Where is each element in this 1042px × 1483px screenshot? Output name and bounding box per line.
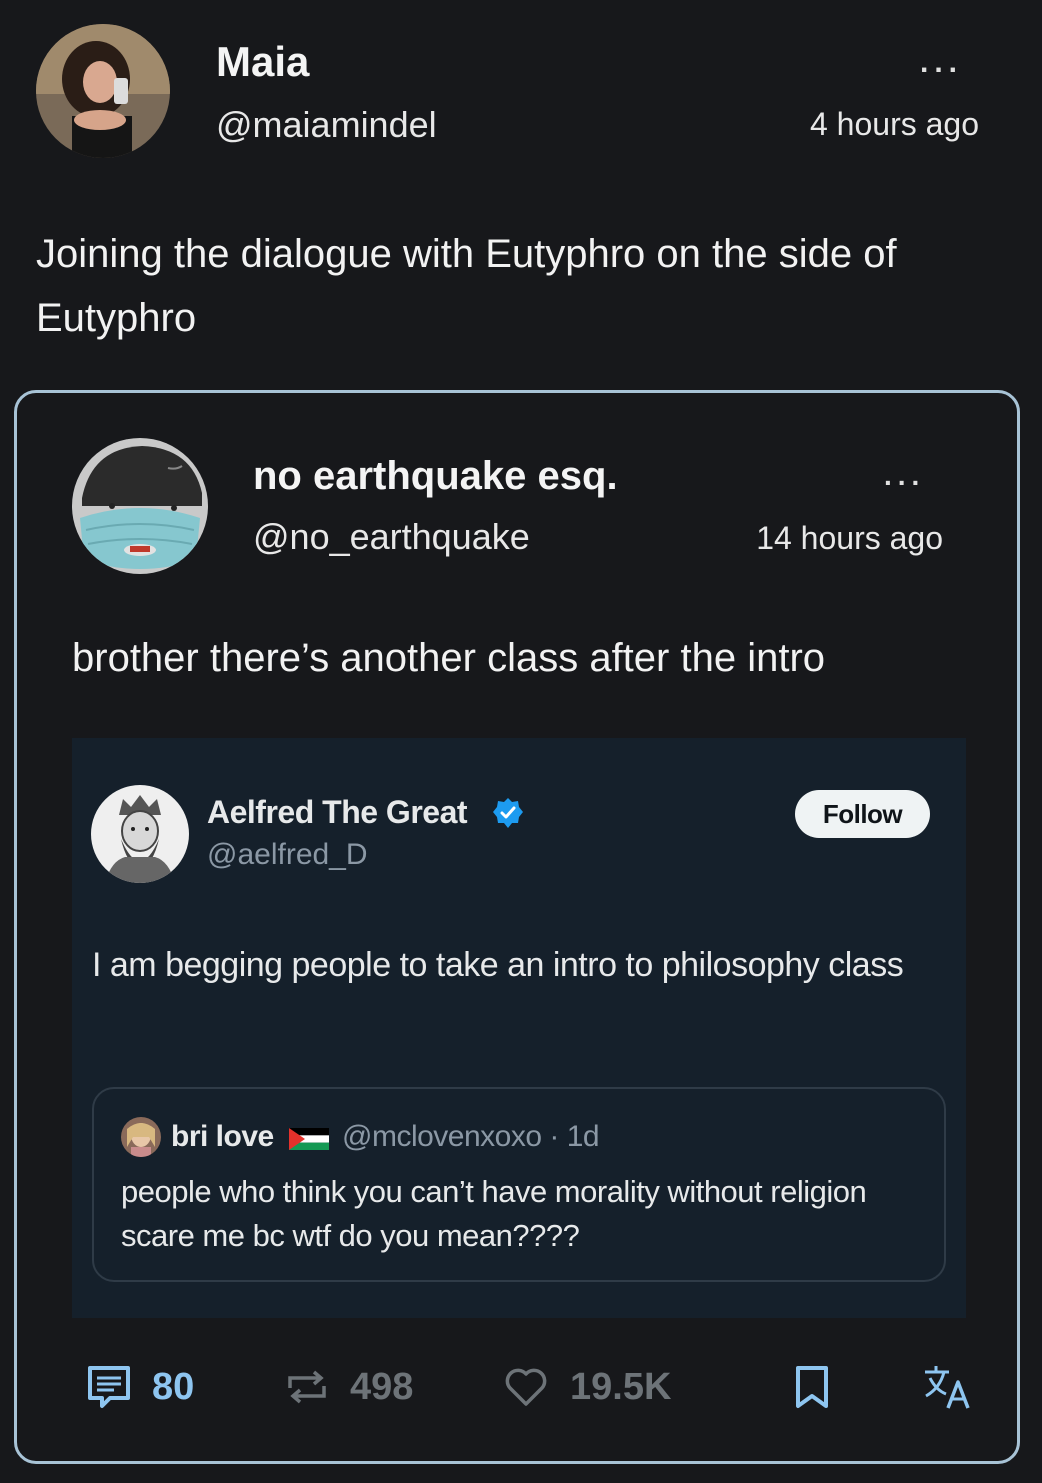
nested-quote-text: people who think you can’t have morality… <box>121 1174 867 1253</box>
avatar-maia[interactable] <box>36 24 170 158</box>
post-timestamp: 4 hours ago <box>809 106 979 142</box>
quoted-author-handle[interactable]: @no_earthquake <box>253 516 530 558</box>
translate-action[interactable] <box>922 1360 974 1414</box>
quoted-author-name[interactable]: no earthquake esq. <box>253 454 618 499</box>
more-icon[interactable]: ... <box>920 46 963 80</box>
quoted-more-icon[interactable]: ... <box>884 460 925 492</box>
quoted-post-text: brother there’s another class after the … <box>72 636 826 680</box>
avatar-bri[interactable] <box>121 1117 161 1157</box>
embedded-author-handle[interactable]: @aelfred_D <box>207 838 368 872</box>
nested-author-name[interactable]: bri love <box>171 1120 274 1154</box>
bookmark-action[interactable] <box>792 1360 832 1414</box>
comment-icon <box>86 1364 132 1410</box>
comment-action[interactable]: 80 <box>86 1360 194 1414</box>
embedded-tweet-text: I am begging people to take an intro to … <box>92 946 904 984</box>
avatar-aelfred[interactable] <box>91 785 189 883</box>
heart-icon <box>502 1364 550 1410</box>
comment-count: 80 <box>152 1365 195 1408</box>
translate-icon <box>922 1362 974 1412</box>
repost-count: 498 <box>350 1365 414 1408</box>
author-handle[interactable]: @maiamindel <box>216 104 437 146</box>
verified-badge-icon <box>492 797 524 834</box>
embedded-author-name[interactable]: Aelfred The Great <box>207 794 468 831</box>
follow-button[interactable]: Follow <box>795 790 930 838</box>
avatar-no-earthquake[interactable] <box>72 438 208 574</box>
flag-icon <box>289 1128 329 1155</box>
quoted-timestamp: 14 hours ago <box>756 520 943 556</box>
like-action[interactable]: 19.5K <box>502 1360 671 1414</box>
nested-handle-time[interactable]: @mclovenxoxo · 1d <box>342 1120 600 1154</box>
post-text: Joining the dialogue with Eutyphro on th… <box>36 232 897 340</box>
like-count: 19.5K <box>570 1365 672 1408</box>
bookmark-icon <box>792 1364 832 1410</box>
author-name[interactable]: Maia <box>216 38 309 86</box>
repost-action[interactable]: 498 <box>284 1360 413 1414</box>
repost-icon <box>284 1364 330 1410</box>
